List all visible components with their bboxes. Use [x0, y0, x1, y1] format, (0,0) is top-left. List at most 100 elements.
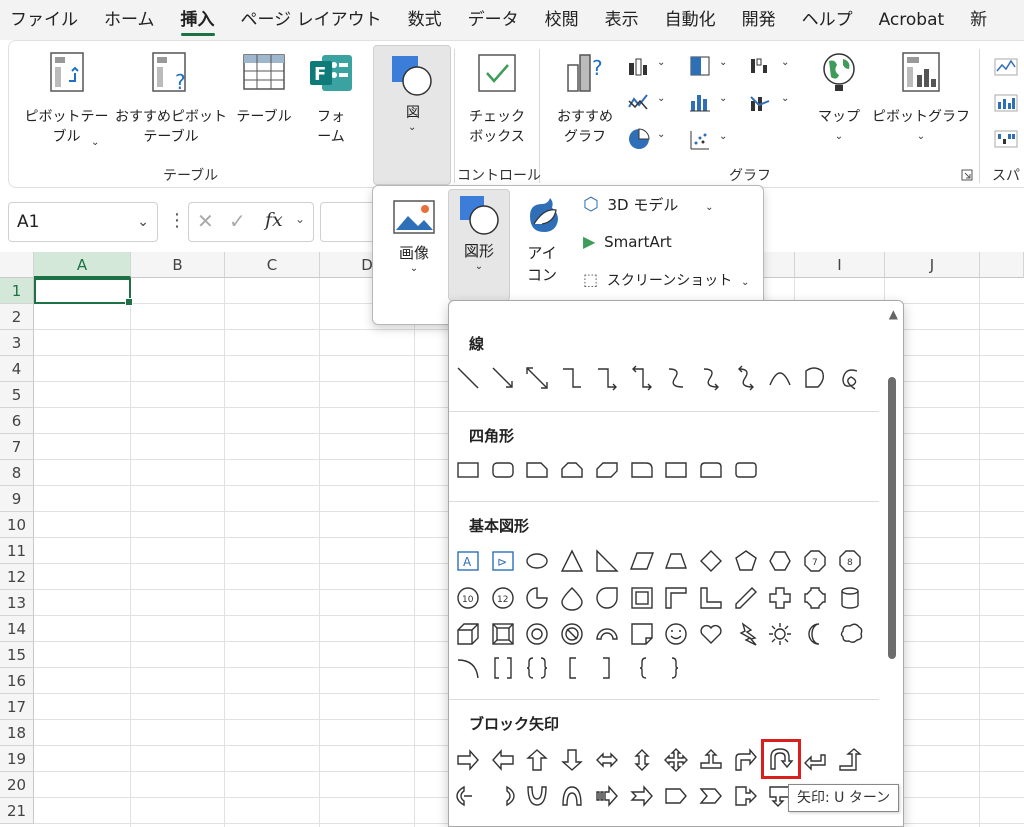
shape-chevron-arrow-icon[interactable]: [696, 781, 726, 811]
shape-elbow-connector-icon[interactable]: [557, 363, 587, 393]
shape-right-arrow-callout-icon[interactable]: [731, 781, 761, 811]
shape-diagonal-stripe-icon[interactable]: [731, 583, 761, 613]
row-header[interactable]: 7: [0, 434, 34, 460]
shape-double-bracket-icon[interactable]: [488, 653, 518, 683]
stat-chart-icon[interactable]: [689, 91, 711, 113]
shape-half-frame-icon[interactable]: [661, 583, 691, 613]
shape-cloud-icon[interactable]: [835, 619, 865, 649]
row-header[interactable]: 14: [0, 616, 34, 642]
shape-no-symbol-icon[interactable]: [557, 619, 587, 649]
row-header[interactable]: 11: [0, 538, 34, 564]
shape-curved-down-arrow-icon[interactable]: [557, 781, 587, 811]
row-header[interactable]: 18: [0, 720, 34, 746]
sparkline-column-icon[interactable]: [994, 93, 1018, 113]
shape-striped-right-arrow-icon[interactable]: [592, 781, 622, 811]
dialog-launcher-icon[interactable]: [961, 169, 973, 181]
check-icon[interactable]: ✓: [229, 209, 246, 233]
waterfall-chart-icon[interactable]: [749, 55, 771, 77]
shape-snip-round-rectangle-icon[interactable]: [627, 455, 657, 485]
shape-snip-diagonal-corner-rectangle-icon[interactable]: [592, 455, 622, 485]
shape-l-shape-icon[interactable]: [696, 583, 726, 613]
tab-insert[interactable]: 挿入: [168, 0, 228, 40]
shape-parallelogram-icon[interactable]: [627, 546, 657, 576]
row-header[interactable]: 20: [0, 772, 34, 798]
shape-bent-arrow-icon[interactable]: [731, 745, 761, 775]
shapes-button[interactable]: 図形 ⌄: [448, 189, 510, 301]
tab-developer[interactable]: 開発: [729, 0, 789, 40]
shape-left-bracket-icon[interactable]: [557, 653, 587, 683]
formula-input[interactable]: [320, 202, 380, 242]
column-header[interactable]: A: [34, 252, 131, 278]
shape-snip-same-side-corner-rectangle-icon[interactable]: [557, 455, 587, 485]
column-header[interactable]: B: [131, 252, 225, 278]
shape-curved-connector-icon[interactable]: [661, 363, 691, 393]
shape-teardrop-icon[interactable]: [592, 583, 622, 613]
tab-view[interactable]: 表示: [592, 0, 652, 40]
shape-chord-icon[interactable]: [557, 583, 587, 613]
row-header[interactable]: 8: [0, 460, 34, 486]
combo-chart-icon[interactable]: [749, 91, 771, 113]
shape-pentagon-icon[interactable]: [731, 546, 761, 576]
3d-models-button[interactable]: ⬡ 3D モデル ⌄: [583, 194, 714, 215]
shape-text-box-icon[interactable]: A: [453, 546, 483, 576]
row-header[interactable]: 12: [0, 564, 34, 590]
shape-curved-double-arrow-connector-icon[interactable]: [731, 363, 761, 393]
shape-elbow-double-arrow-connector-icon[interactable]: [627, 363, 657, 393]
row-header[interactable]: 5: [0, 382, 34, 408]
shape-bevel-icon[interactable]: [488, 619, 518, 649]
column-header[interactable]: C: [225, 252, 320, 278]
column-chart-icon[interactable]: [627, 55, 649, 77]
checkbox-button[interactable]: チェックボックス: [461, 51, 533, 147]
shape-down-arrow-icon[interactable]: [557, 745, 587, 775]
row-header[interactable]: 21: [0, 798, 34, 824]
shape-single-corner-rounded-rectangle-icon[interactable]: [661, 455, 691, 485]
shape-pentagon-arrow-icon[interactable]: [661, 781, 691, 811]
shape-left-up-arrow-icon[interactable]: [800, 745, 830, 775]
tab-home[interactable]: ホーム: [91, 0, 168, 40]
shape-up-arrow-icon[interactable]: [522, 745, 552, 775]
shape-plaque-icon[interactable]: [800, 583, 830, 613]
shape-curved-left-arrow-icon[interactable]: [488, 781, 518, 811]
row-header[interactable]: 2: [0, 304, 34, 330]
shape-line-arrow-icon[interactable]: [488, 363, 518, 393]
shape-can-icon[interactable]: [835, 583, 865, 613]
scroll-up-icon[interactable]: ▲: [889, 307, 898, 321]
column-header[interactable]: [980, 252, 1024, 278]
shape-right-bracket-icon[interactable]: [592, 653, 622, 683]
column-header[interactable]: J: [885, 252, 980, 278]
shape-curved-arrow-connector-icon[interactable]: [696, 363, 726, 393]
smartart-button[interactable]: ▶ SmartArt: [583, 232, 672, 251]
tab-help[interactable]: ヘルプ: [789, 0, 866, 40]
row-header[interactable]: 17: [0, 694, 34, 720]
shape-curve-icon[interactable]: [765, 363, 795, 393]
scrollbar-thumb[interactable]: [888, 377, 896, 659]
shape-notched-right-arrow-icon[interactable]: [627, 781, 657, 811]
shape-donut-icon[interactable]: [522, 619, 552, 649]
shape-cube-icon[interactable]: [453, 619, 483, 649]
row-header[interactable]: 3: [0, 330, 34, 356]
row-header[interactable]: 9: [0, 486, 34, 512]
recommended-charts-button[interactable]: ? おすすめグラフ: [549, 51, 621, 147]
shape-up-down-arrow-icon[interactable]: [627, 745, 657, 775]
shape-left-arrow-icon[interactable]: [488, 745, 518, 775]
column-header[interactable]: I: [795, 252, 885, 278]
shape-dodecagon-icon[interactable]: 12: [488, 583, 518, 613]
shape-octagon-icon[interactable]: 8: [835, 546, 865, 576]
shape-right-triangle-icon[interactable]: [592, 546, 622, 576]
row-header[interactable]: 16: [0, 668, 34, 694]
hierarchy-chart-icon[interactable]: [689, 55, 711, 77]
illustrations-button[interactable]: 図 ⌄: [373, 45, 451, 185]
tab-new[interactable]: 新: [957, 0, 1000, 40]
name-box[interactable]: A1 ⌄: [8, 202, 158, 242]
tab-formulas[interactable]: 数式: [395, 0, 455, 40]
shape-block-arc-icon[interactable]: [592, 619, 622, 649]
row-header[interactable]: 13: [0, 590, 34, 616]
screenshot-button[interactable]: ⬚ スクリーンショット ⌄: [583, 270, 749, 290]
shape-decagon-icon[interactable]: 10: [453, 583, 483, 613]
tab-acrobat[interactable]: Acrobat: [866, 0, 958, 40]
shape-right-arrow-icon[interactable]: [453, 745, 483, 775]
maps-button[interactable]: マップ ⌄: [809, 51, 869, 147]
shape-rectangle-icon[interactable]: [453, 455, 483, 485]
row-header[interactable]: 1: [0, 278, 34, 304]
shape-elbow-arrow-connector-icon[interactable]: [592, 363, 622, 393]
